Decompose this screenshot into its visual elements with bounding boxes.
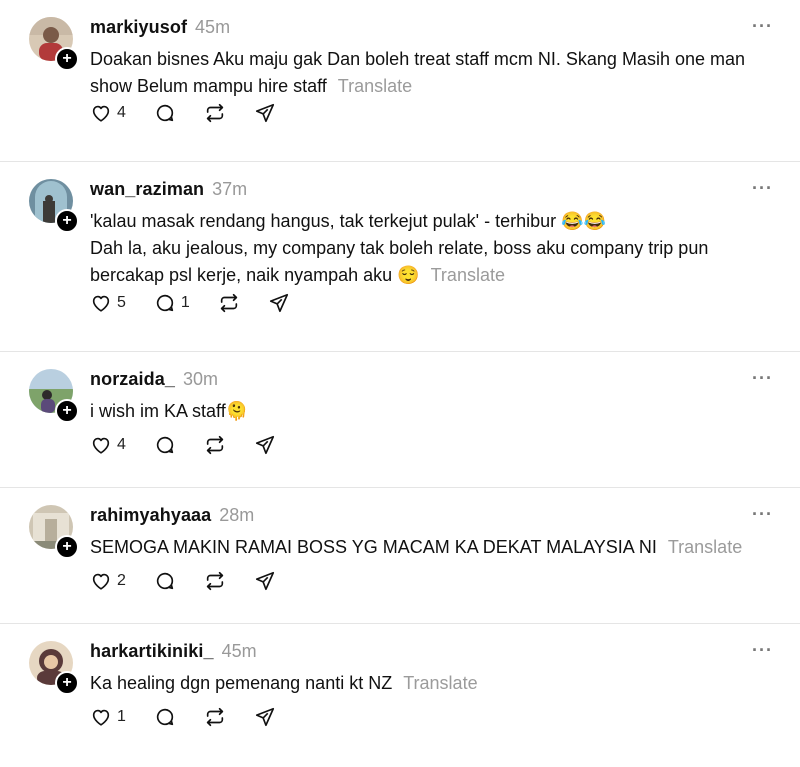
like-count: 4 [117,436,126,453]
like-button[interactable]: 4 [90,102,126,124]
share-button[interactable] [254,102,276,124]
post-text-line: 'kalau masak rendang hangus, tak terkeju… [90,211,606,231]
comment-icon [156,104,174,122]
timestamp: 30m [182,369,218,389]
avatar-wrap[interactable]: + [29,505,79,559]
share-icon [255,571,274,591]
post-text-line: Dah la, aku jealous, my company tak bole… [90,238,709,285]
like-button[interactable]: 2 [90,570,126,592]
follow-plus-icon[interactable]: + [55,535,79,559]
share-icon [269,293,288,313]
like-count: 5 [117,294,126,311]
repost-button[interactable] [204,434,226,456]
username[interactable]: wan_raziman [90,179,204,200]
translate-link[interactable]: Translate [403,673,477,693]
post-text: 'kalau masak rendang hangus, tak terkeju… [90,208,770,289]
translate-link[interactable]: Translate [668,537,742,557]
repost-icon [220,293,237,313]
like-count: 1 [117,708,126,725]
repost-icon [206,103,224,123]
follow-plus-icon[interactable]: + [55,47,79,71]
avatar-wrap[interactable]: + [29,17,79,71]
post-text: Doakan bisnes Aku maju gak Dan boleh tre… [90,46,780,100]
more-options-icon[interactable]: ··· [752,178,773,199]
post-text: i wish im KA staff🫠 [90,398,780,425]
share-button[interactable] [268,292,290,314]
heart-icon [92,105,110,122]
timestamp: 45m [195,17,231,37]
reply-button[interactable] [154,102,176,124]
heart-icon [92,295,110,312]
action-bar: 5 1 [90,292,318,314]
post-text-content: SEMOGA MAKIN RAMAI BOSS YG MACAM KA DEKA… [90,537,657,557]
repost-button[interactable] [204,706,226,728]
share-button[interactable] [254,434,276,456]
post-text-content: Ka healing dgn pemenang nanti kt NZ [90,673,393,693]
heart-icon [92,437,110,454]
more-options-icon[interactable]: ··· [752,16,773,37]
reply-button[interactable] [154,706,176,728]
follow-plus-icon[interactable]: + [55,209,79,233]
share-icon [255,103,274,123]
timestamp: 37m [212,179,248,199]
username[interactable]: rahimyahyaaa [90,505,211,526]
like-count: 4 [117,104,126,121]
username[interactable]: norzaida_ [90,369,175,390]
repost-button[interactable] [204,570,226,592]
like-count: 2 [117,572,126,589]
translate-link[interactable]: Translate [431,265,505,285]
avatar-wrap[interactable]: + [29,641,79,695]
like-button[interactable]: 4 [90,434,126,456]
share-button[interactable] [254,570,276,592]
avatar-wrap[interactable]: + [29,179,79,233]
post-text: SEMOGA MAKIN RAMAI BOSS YG MACAM KA DEKA… [90,534,780,561]
avatar-wrap[interactable]: + [29,369,79,423]
heart-icon [92,709,110,726]
timestamp: 28m [219,505,255,525]
translate-link[interactable]: Translate [338,76,412,96]
heart-icon [92,573,110,590]
follow-plus-icon[interactable]: + [55,671,79,695]
username[interactable]: markiyusof [90,17,187,38]
repost-icon [206,707,224,727]
more-options-icon[interactable]: ··· [752,640,773,661]
like-button[interactable]: 1 [90,706,126,728]
reply-button[interactable]: 1 [154,292,190,314]
like-button[interactable]: 5 [90,292,126,314]
reply-feed: + markiyusof 45m ··· Doakan bisnes Aku m… [0,0,800,767]
post: + norzaida_ 30m ··· i wish im KA staff🫠 … [0,352,800,488]
post: + harkartikiniki_ 45m ··· Ka healing dgn… [0,624,800,767]
post: + rahimyahyaaa 28m ··· SEMOGA MAKIN RAMA… [0,488,800,624]
post-text-content: Doakan bisnes Aku maju gak Dan boleh tre… [90,49,746,96]
share-icon [255,435,274,455]
comment-icon [156,294,174,312]
share-icon [255,707,274,727]
repost-button[interactable] [204,102,226,124]
share-button[interactable] [254,706,276,728]
reply-button[interactable] [154,434,176,456]
repost-icon [206,571,224,591]
comment-icon [156,436,174,454]
repost-icon [206,435,224,455]
more-options-icon[interactable]: ··· [752,368,773,389]
post-text-content: i wish im KA staff🫠 [90,401,249,421]
post: + wan_raziman 37m ··· 'kalau masak renda… [0,162,800,352]
follow-plus-icon[interactable]: + [55,399,79,423]
post: + markiyusof 45m ··· Doakan bisnes Aku m… [0,0,800,162]
reply-button[interactable] [154,570,176,592]
username[interactable]: harkartikiniki_ [90,641,214,662]
repost-button[interactable] [218,292,240,314]
timestamp: 45m [221,641,257,661]
action-bar: 1 [90,706,304,728]
more-options-icon[interactable]: ··· [752,504,773,525]
action-bar: 4 [90,434,304,456]
comment-icon [156,708,174,726]
action-bar: 2 [90,570,304,592]
reply-count: 1 [180,294,190,311]
post-text: Ka healing dgn pemenang nanti kt NZ Tran… [90,670,780,697]
action-bar: 4 [90,102,304,124]
comment-icon [156,572,174,590]
